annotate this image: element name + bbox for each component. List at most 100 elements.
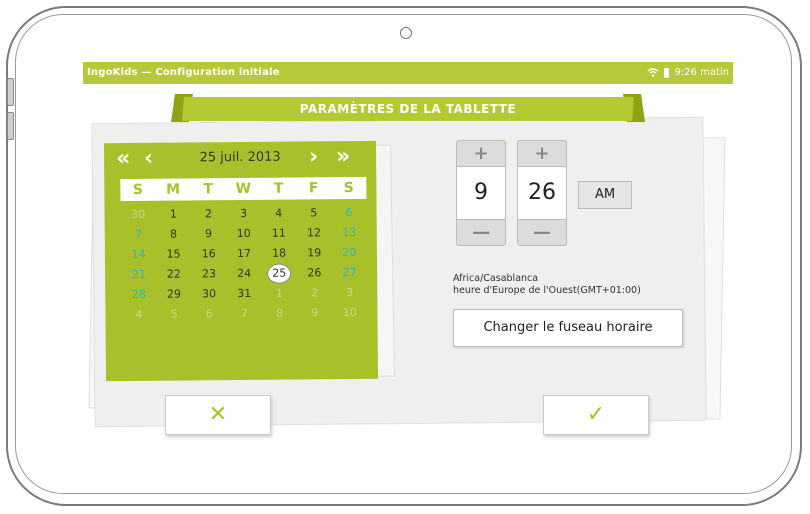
calendar-day-label: 29 <box>166 287 182 301</box>
volume-up-button <box>7 78 14 106</box>
calendar-day[interactable]: 20 <box>332 243 367 263</box>
calendar-day-label: 6 <box>205 307 213 321</box>
calendar-week-row: 30 1 2 3 4 5 6 <box>121 203 367 225</box>
calendar-day-label: 9 <box>205 227 213 241</box>
calendar-day[interactable]: 9 <box>297 303 332 323</box>
calendar-day[interactable]: 13 <box>332 223 367 243</box>
timezone-description: heure d'Europe de l'Ouest(GMT+01:00) <box>453 285 641 296</box>
wifi-icon <box>648 68 659 77</box>
calendar-day[interactable]: 15 <box>156 244 191 264</box>
hour-increment-button[interactable]: + <box>456 140 506 167</box>
calendar-day[interactable]: 6 <box>192 304 227 324</box>
calendar-day[interactable]: 27 <box>332 263 367 283</box>
calendar-day-label: 2 <box>204 207 212 221</box>
weekday-label: W <box>235 180 252 198</box>
calendar-day[interactable]: 24 <box>226 264 261 284</box>
calendar-day-label: 24 <box>237 266 252 281</box>
calendar-day[interactable]: 22 <box>156 264 191 284</box>
calendar-week-row: 21 22 23 24 25 26 27 <box>121 263 367 285</box>
minute-value[interactable]: 26 <box>517 167 567 219</box>
calendar-day[interactable]: 12 <box>296 223 331 243</box>
weekday-label: M <box>166 181 181 198</box>
calendar-day[interactable]: 10 <box>226 224 261 244</box>
change-timezone-button[interactable]: Changer le fuseau horaire <box>453 309 683 347</box>
status-bar: IngoKids — Configuration initiale 9:26 m… <box>83 62 733 84</box>
cancel-button[interactable]: ✕ <box>165 395 271 435</box>
hour-stepper: + 9 — <box>456 140 506 246</box>
calendar-day[interactable]: 1 <box>156 204 191 224</box>
calendar-day-label: 4 <box>135 307 143 321</box>
minute-decrement-button[interactable]: — <box>517 219 567 246</box>
next-month-button[interactable]: › <box>309 141 318 173</box>
next-year-button[interactable]: » <box>336 141 350 173</box>
weekday-label: S <box>132 181 144 198</box>
calendar-day-label: 6 <box>345 206 353 220</box>
calendar-day[interactable]: 7 <box>227 304 262 324</box>
calendar-week-row: 4 5 6 7 8 9 10 <box>121 303 367 325</box>
calendar-day[interactable]: 28 <box>121 285 156 305</box>
calendar-day[interactable]: 17 <box>226 244 261 264</box>
calendar-day[interactable]: 9 <box>191 224 226 244</box>
battery-icon <box>664 67 670 78</box>
calendar-day-selected[interactable]: 25 <box>262 263 297 284</box>
calendar-day[interactable]: 5 <box>157 304 192 324</box>
calendar-day[interactable]: 5 <box>296 203 331 223</box>
calendar-day[interactable]: 16 <box>191 244 226 264</box>
calendar-day-label: 9 <box>311 306 319 320</box>
calendar-day[interactable]: 18 <box>261 244 296 264</box>
calendar-day-label: 28 <box>131 287 146 301</box>
status-right: 9:26 matin <box>647 67 729 78</box>
calendar-day-label: 21 <box>131 267 146 281</box>
calendar-day-label: 12 <box>306 226 322 240</box>
calendar-day[interactable]: 30 <box>191 284 226 304</box>
calendar-day[interactable]: 6 <box>331 203 366 223</box>
calendar-day-label: 4 <box>275 206 283 220</box>
calendar-day-label: 5 <box>310 206 318 220</box>
minute-increment-button[interactable]: + <box>517 140 567 167</box>
confirm-button[interactable]: ✓ <box>543 395 649 435</box>
calendar-day-label: 26 <box>307 266 322 280</box>
calendar-day[interactable]: 4 <box>121 305 156 325</box>
calendar-day[interactable]: 10 <box>332 303 367 323</box>
minute-stepper: + 26 — <box>517 140 567 246</box>
app-title: IngoKids — Configuration initiale <box>87 67 280 78</box>
calendar-day-label: 2 <box>310 286 319 300</box>
calendar-day[interactable]: 8 <box>262 304 297 324</box>
calendar-day[interactable]: 8 <box>156 224 191 244</box>
calendar-day[interactable]: 11 <box>261 224 296 244</box>
calendar-day-label: 8 <box>276 306 284 320</box>
calendar-day-label: 1 <box>275 286 283 300</box>
hour-decrement-button[interactable]: — <box>456 219 506 246</box>
calendar-day[interactable]: 31 <box>227 284 262 304</box>
calendar-day[interactable]: 4 <box>261 204 296 224</box>
calendar-day-label: 3 <box>240 206 248 221</box>
close-icon: ✕ <box>208 402 228 427</box>
timezone-info: Africa/Casablanca heure d'Europe de l'Ou… <box>453 273 641 297</box>
calendar-day[interactable]: 29 <box>156 284 191 304</box>
calendar-day-label: 27 <box>342 265 357 280</box>
calendar: « ‹ 25 juil. 2013 › » S M T W T F S 30 1 2… <box>103 140 379 382</box>
calendar-day[interactable]: 2 <box>297 283 332 303</box>
calendar-day-label: 14 <box>131 247 146 261</box>
calendar-day[interactable]: 2 <box>191 204 226 224</box>
ampm-toggle-button[interactable]: AM <box>578 181 632 209</box>
calendar-day[interactable]: 3 <box>226 204 261 224</box>
calendar-grid: 30 1 2 3 4 5 6 7 8 9 10 11 12 13 14 15 16 17 18 19 20 21 22 23 2… <box>121 203 368 325</box>
calendar-day[interactable]: 19 <box>297 243 332 263</box>
calendar-day-label: 30 <box>131 207 146 221</box>
calendar-day[interactable]: 26 <box>297 263 332 283</box>
calendar-day[interactable]: 23 <box>191 264 226 284</box>
calendar-day[interactable]: 7 <box>121 225 156 245</box>
calendar-day-label: 19 <box>307 246 322 260</box>
calendar-week-row: 28 29 30 31 1 2 3 <box>121 283 367 305</box>
calendar-day-label: 13 <box>342 225 357 240</box>
calendar-day[interactable]: 1 <box>262 284 297 304</box>
calendar-day[interactable]: 21 <box>121 265 156 285</box>
hour-value[interactable]: 9 <box>456 167 506 219</box>
page-title: PARAMÈTRES DE LA TABLETTE <box>299 102 517 116</box>
calendar-day-label: 30 <box>202 287 217 301</box>
calendar-day[interactable]: 30 <box>121 205 156 225</box>
calendar-day[interactable]: 3 <box>332 283 367 303</box>
calendar-day[interactable]: 14 <box>121 245 156 265</box>
calendar-day-label: 17 <box>236 246 251 261</box>
